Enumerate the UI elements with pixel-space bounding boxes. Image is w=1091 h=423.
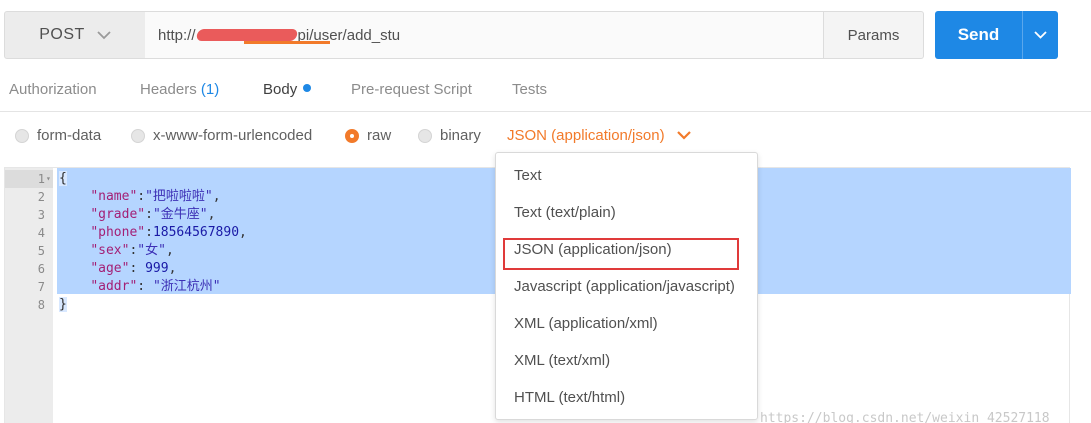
watermark: https://blog.csdn.net/weixin_42527118	[760, 411, 1050, 423]
tab-prerequest-label: Pre-request Script	[351, 81, 472, 98]
code-text: "addr": "浙江杭州"	[59, 278, 221, 296]
code-text: }	[59, 296, 67, 314]
tab-headers[interactable]: Headers (1)	[140, 81, 219, 98]
radio-urlencoded-label: x-www-form-urlencoded	[153, 127, 313, 144]
code-token: "addr"	[90, 279, 138, 294]
radio-binary-label: binary	[440, 127, 481, 144]
radio-circle-icon	[15, 128, 29, 143]
chevron-down-icon	[97, 30, 111, 39]
tab-authorization[interactable]: Authorization	[9, 81, 97, 98]
fold-arrow-icon[interactable]: ▾	[46, 170, 54, 188]
radio-circle-icon	[418, 128, 432, 143]
tab-tests[interactable]: Tests	[512, 81, 547, 98]
code-token: {	[59, 171, 67, 186]
code-token: "grade"	[90, 207, 146, 222]
headers-count-badge: (1)	[200, 81, 220, 98]
content-type-select[interactable]: JSON (application/json)	[507, 127, 691, 144]
code-token: "phone"	[90, 225, 146, 240]
params-button[interactable]: Params	[823, 11, 924, 59]
radio-raw-label: raw	[367, 127, 392, 144]
url-input[interactable]: http://pi/user/add_stu	[145, 11, 824, 59]
line-number: 1	[37, 172, 45, 186]
content-type-option[interactable]: HTML (text/html)	[514, 389, 625, 406]
content-type-label: JSON (application/json)	[507, 127, 665, 144]
code-token: ,	[165, 243, 174, 258]
code-token: 18564567890	[152, 225, 240, 240]
radio-binary[interactable]: binary	[418, 127, 481, 144]
code-token: "name"	[90, 189, 138, 204]
url-prefix: http://	[158, 26, 196, 44]
line-number: 3	[37, 208, 45, 222]
line-number: 5	[37, 244, 45, 258]
code-token: ,	[239, 225, 247, 240]
method-select[interactable]: POST	[4, 11, 146, 59]
line-number: 8	[37, 298, 45, 312]
code-text: {	[59, 170, 67, 188]
tab-body[interactable]: Body	[263, 81, 312, 98]
redacted-mark	[195, 29, 298, 41]
send-options-button[interactable]	[1022, 11, 1058, 59]
code-token: ,	[212, 189, 221, 204]
code-text: "sex":"女",	[59, 242, 174, 260]
code-text: "name":"把啦啦啦",	[59, 188, 221, 206]
method-label: POST	[39, 26, 85, 43]
radio-raw[interactable]: raw	[345, 127, 391, 144]
content-type-menu: Text Text (text/plain) JSON (application/j…	[495, 152, 758, 420]
code-token: :	[137, 279, 153, 294]
radio-circle-icon	[131, 128, 145, 143]
code-token: "sex"	[90, 243, 130, 258]
content-type-option[interactable]: Javascript (application/javascript)	[514, 278, 735, 295]
tab-prerequest-script[interactable]: Pre-request Script	[351, 81, 472, 98]
send-label: Send	[957, 25, 1000, 44]
code-token: "把啦啦啦"	[145, 189, 213, 204]
tab-authorization-label: Authorization	[9, 81, 97, 98]
tab-tests-label: Tests	[512, 81, 548, 98]
code-token: "女"	[137, 243, 166, 258]
radio-form-data[interactable]: form-data	[15, 127, 101, 144]
radio-form-data-label: form-data	[37, 127, 102, 144]
content-type-option[interactable]: Text (text/plain)	[514, 204, 616, 221]
code-token: ,	[168, 261, 177, 276]
line-number: 4	[37, 226, 45, 240]
code-token: :	[129, 261, 146, 276]
tabs-divider	[0, 111, 1091, 112]
chevron-down-icon	[676, 131, 691, 140]
radio-selected-icon	[345, 128, 359, 143]
content-type-option[interactable]: XML (text/xml)	[514, 352, 610, 369]
radio-urlencoded[interactable]: x-www-form-urlencoded	[131, 127, 312, 144]
code-token: ,	[207, 207, 216, 222]
tab-headers-label: Headers	[140, 81, 197, 98]
code-token: "金牛座"	[152, 207, 208, 222]
code-text: "grade":"金牛座",	[59, 206, 215, 224]
code-token: 999	[145, 261, 169, 276]
code-token: :	[145, 207, 153, 222]
line-number: 2	[37, 190, 45, 204]
send-button[interactable]: Send	[935, 11, 1022, 59]
code-text: "age": 999,	[59, 260, 176, 278]
code-token: }	[59, 297, 67, 312]
chevron-down-icon	[1034, 31, 1047, 39]
request-tabs: Authorization Headers (1) Body Pre-reque…	[0, 68, 1091, 112]
params-label: Params	[847, 26, 900, 44]
code-token: :	[137, 189, 146, 204]
active-tab-indicator	[244, 41, 330, 44]
code-token: "age"	[90, 261, 130, 276]
tab-body-label: Body	[263, 81, 298, 98]
code-text: "phone":18564567890,	[59, 224, 247, 242]
line-number: 7	[37, 280, 45, 294]
content-type-option[interactable]: XML (application/xml)	[514, 315, 658, 332]
dot-icon	[303, 84, 312, 92]
content-type-option[interactable]: Text	[514, 167, 542, 184]
code-token: :	[145, 225, 153, 240]
annotation-highlight-box	[503, 238, 739, 270]
line-number: 6	[37, 262, 45, 276]
code-token: "浙江杭州"	[152, 279, 221, 294]
